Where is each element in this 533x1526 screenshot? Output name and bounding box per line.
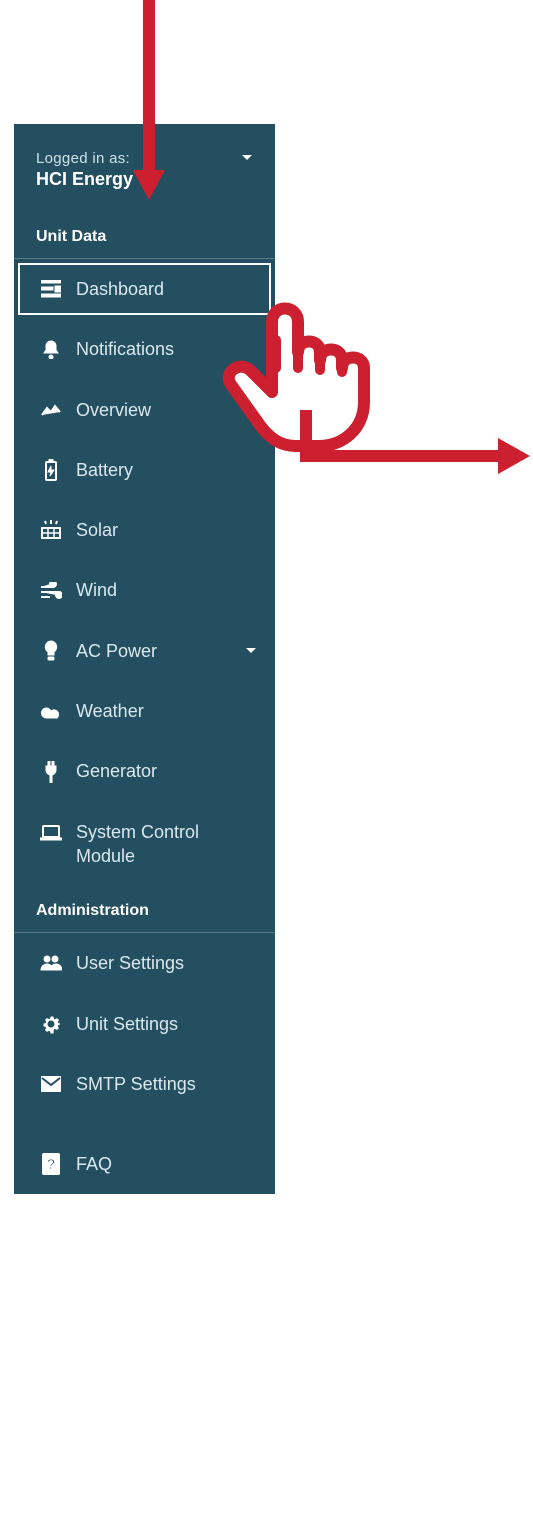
dashboard-icon (40, 278, 62, 300)
sidebar-item-weather[interactable]: Weather (14, 681, 275, 741)
mail-icon (40, 1073, 62, 1095)
sidebar-item-notifications[interactable]: Notifications (14, 319, 275, 379)
sidebar-item-label: AC Power (76, 639, 157, 663)
plug-icon (40, 761, 62, 783)
battery-icon (40, 459, 62, 481)
gear-icon (40, 1013, 62, 1035)
user-label: Logged in as: (36, 150, 253, 167)
sidebar-item-label: Solar (76, 518, 118, 542)
caret-down-icon (241, 154, 253, 162)
annotation-arrow-right (300, 404, 530, 474)
sidebar-item-label: SMTP Settings (76, 1072, 196, 1096)
user-block[interactable]: Logged in as: HCI Energy (14, 124, 275, 212)
sidebar-item-label: Wind (76, 578, 117, 602)
sidebar-item-ac-power[interactable]: AC Power (14, 621, 275, 681)
sidebar-item-solar[interactable]: Solar (14, 500, 275, 560)
sidebar-item-smtp-settings[interactable]: SMTP Settings (14, 1054, 275, 1114)
sidebar-item-label: Battery (76, 458, 133, 482)
sidebar-item-label: Unit Settings (76, 1012, 178, 1036)
sidebar-item-faq[interactable]: ? FAQ (14, 1134, 275, 1194)
section-title-administration: Administration (14, 886, 275, 932)
sidebar-item-system-control-module[interactable]: System Control Module (14, 802, 275, 887)
sidebar-item-user-settings[interactable]: User Settings (14, 933, 275, 993)
svg-text:?: ? (46, 1156, 55, 1173)
sidebar-item-label: FAQ (76, 1152, 112, 1176)
wind-icon (40, 580, 62, 602)
question-icon: ? (40, 1153, 62, 1175)
sidebar: Logged in as: HCI Energy Unit Data Dashb… (14, 124, 275, 1194)
bell-icon (40, 338, 62, 360)
sidebar-item-label: User Settings (76, 951, 184, 975)
caret-down-icon (245, 647, 257, 655)
sidebar-item-label: Weather (76, 699, 144, 723)
laptop-icon (40, 822, 62, 844)
chart-line-icon (40, 399, 62, 421)
sidebar-item-label: Notifications (76, 337, 174, 361)
sidebar-item-label: Generator (76, 759, 157, 783)
section-title-unit-data: Unit Data (14, 212, 275, 258)
sidebar-item-label: Overview (76, 398, 151, 422)
lightbulb-icon (40, 640, 62, 662)
solar-panel-icon (40, 519, 62, 541)
cloud-icon (40, 700, 62, 722)
sidebar-item-wind[interactable]: Wind (14, 560, 275, 620)
user-name: HCI Energy (36, 169, 253, 190)
sidebar-item-generator[interactable]: Generator (14, 741, 275, 801)
sidebar-item-unit-settings[interactable]: Unit Settings (14, 994, 275, 1054)
sidebar-item-overview[interactable]: Overview (14, 380, 275, 440)
sidebar-item-battery[interactable]: Battery (14, 440, 275, 500)
users-icon (40, 952, 62, 974)
sidebar-item-label: Dashboard (76, 277, 164, 301)
sidebar-item-dashboard[interactable]: Dashboard (14, 259, 275, 319)
sidebar-item-label: System Control Module (76, 820, 255, 869)
